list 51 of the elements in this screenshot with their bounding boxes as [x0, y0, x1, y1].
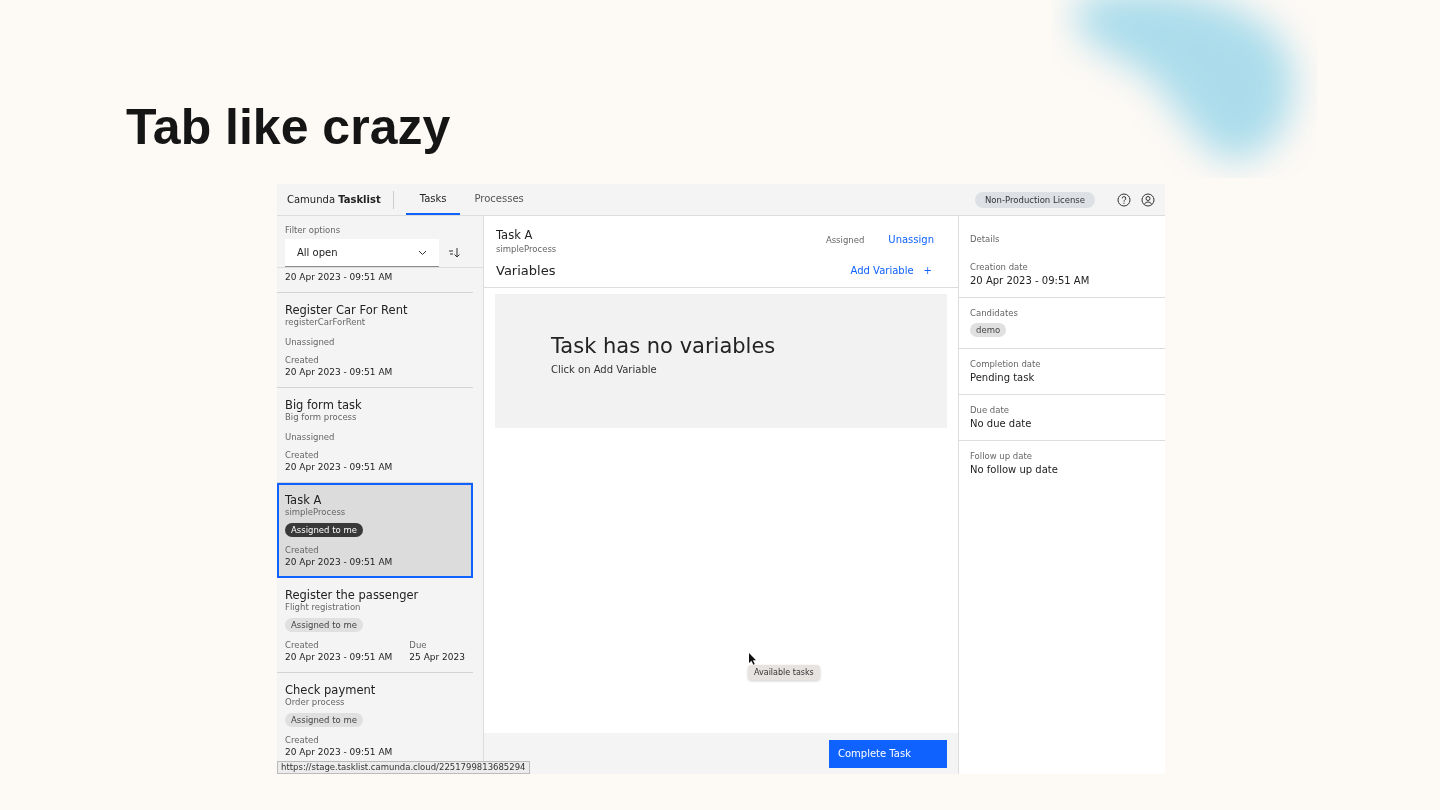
due-label: Due — [409, 640, 428, 650]
task-title: Task A — [496, 228, 534, 242]
created-date: 20 Apr 2023 - 09:51 AM — [285, 652, 393, 662]
process-name: registerCarForRent — [285, 317, 367, 327]
license-badge: Non-Production License — [975, 191, 1095, 208]
detail-value: No due date — [970, 418, 1033, 429]
empty-title: Task has no variables — [551, 334, 777, 358]
due-date: 25 Apr 2023 — [409, 652, 465, 662]
variables-heading: Variables — [496, 263, 556, 278]
task-name: Check payment — [285, 683, 377, 697]
created-date: 20 Apr 2023 - 09:51 AM — [285, 557, 393, 567]
task-name: Register the passenger — [285, 588, 420, 602]
app-brand: Camunda Tasklist — [287, 190, 394, 209]
process-name: Big form process — [285, 412, 358, 422]
assignee-tag: Assigned to me — [285, 523, 363, 537]
created-label: Created — [285, 450, 320, 460]
created-date: 20 Apr 2023 - 09:51 AM — [285, 367, 393, 377]
assignee-tag: Assigned to me — [285, 713, 363, 727]
filter-label: Filter options — [285, 225, 342, 235]
assignee-tag: Assigned to me — [285, 618, 363, 632]
created-date: 20 Apr 2023 - 09:51 AM — [285, 272, 394, 282]
detail-label: Due date — [970, 405, 1011, 415]
assignment-status: Assigned — [825, 234, 865, 245]
candidate-tag: demo — [970, 323, 1007, 337]
detail-label: Candidates — [970, 308, 1019, 318]
empty-hint: Click on Add Variable — [551, 364, 658, 375]
detail-label: Creation date — [970, 262, 1029, 272]
created-label: Created — [285, 640, 320, 650]
tooltip: Available tasks — [748, 665, 820, 680]
detail-label: Follow up date — [970, 451, 1033, 461]
slide-title: Tab like crazy — [126, 100, 451, 154]
task-name: Big form task — [285, 398, 363, 412]
created-label: Created — [285, 735, 320, 745]
assignee-label: Unassigned — [285, 337, 336, 347]
detail-value: 20 Apr 2023 - 09:51 AM — [970, 275, 1091, 286]
detail-value: No follow up date — [970, 464, 1059, 475]
url-tooltip: https://stage.tasklist.camunda.cloud/2251799813685294 — [277, 761, 530, 774]
process-name: simpleProcess — [496, 244, 557, 254]
created-label: Created — [285, 545, 320, 555]
task-name: Register Car For Rent — [285, 303, 409, 317]
process-name: Order process — [285, 697, 346, 707]
process-name: simpleProcess — [285, 507, 347, 517]
task-name: Task A — [285, 493, 323, 507]
created-date: 20 Apr 2023 - 09:51 AM — [285, 462, 393, 472]
created-date: 20 Apr 2023 - 09:51 AM — [285, 747, 393, 757]
created-label: Created — [285, 355, 320, 365]
process-name: Flight registration — [285, 602, 362, 612]
detail-value: Pending task — [970, 372, 1036, 383]
details-heading: Details — [969, 233, 1001, 246]
assignee-label: Unassigned — [285, 432, 336, 442]
detail-label: Completion date — [970, 359, 1042, 369]
